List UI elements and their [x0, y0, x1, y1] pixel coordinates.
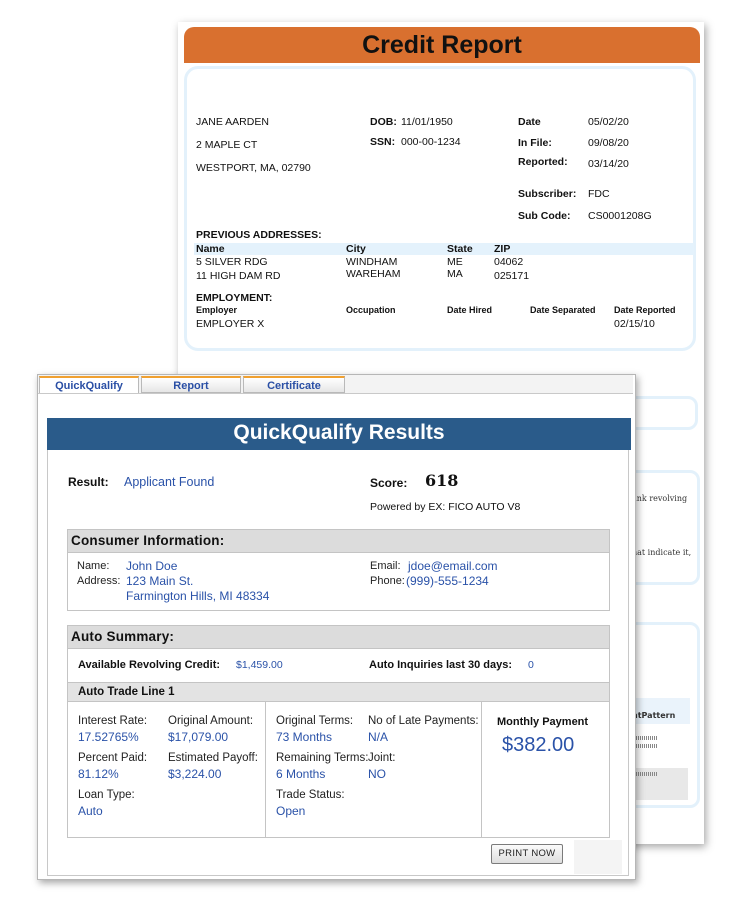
cr-snippet-pattern: ntPattern: [632, 711, 676, 720]
auto-inquiries-label: Auto Inquiries last 30 days:: [369, 659, 513, 671]
cr-prev-row-2-zip: 025171: [494, 270, 530, 282]
consumer-email: jdoe@email.com: [408, 559, 498, 573]
late-payments-label: No of Late Payments:: [368, 715, 479, 727]
consumer-address-line1: 123 Main St.: [126, 574, 194, 588]
auto-inquiries-value: 0: [528, 659, 534, 671]
original-terms-value: 73 Months: [276, 730, 333, 744]
cr-prev-row-2-name: 11 HIGH DAM RD: [196, 270, 281, 282]
consumer-info-header: Consumer Information:: [67, 529, 610, 553]
powered-by: Powered by EX: FICO AUTO V8: [370, 501, 521, 513]
cr-subcode-label: Sub Code:: [518, 210, 571, 222]
credit-report-title: Credit Report: [184, 27, 700, 63]
consumer-name-label: Name:: [77, 560, 110, 572]
interest-rate-label: Interest Rate:: [78, 715, 148, 727]
cr-employment-title: EMPLOYMENT:: [196, 292, 273, 304]
revolving-credit-label: Available Revolving Credit:: [78, 659, 221, 671]
consumer-email-label: Email:: [370, 560, 401, 572]
estimated-payoff-value: $3,224.00: [168, 767, 222, 781]
consumer-address-label: Address:: [77, 575, 121, 587]
cr-col-city: City: [346, 243, 366, 255]
cr-col-occupation: Occupation: [346, 305, 396, 315]
print-area: [574, 840, 622, 874]
cr-prev-row-2-state: MA: [447, 268, 463, 280]
cr-infile-label: In File:: [518, 137, 552, 149]
trade-status-label: Trade Status:: [276, 789, 345, 801]
estimated-payoff-label: Estimated Payoff:: [168, 752, 258, 764]
joint-value: NO: [368, 767, 386, 781]
original-amount-label: Original Amount:: [168, 715, 254, 727]
tab-report[interactable]: Report: [141, 376, 241, 393]
monthly-payment-label: Monthly Payment: [497, 716, 589, 728]
cr-col-state: State: [447, 243, 473, 255]
cr-dob-label: DOB:: [370, 116, 397, 128]
auto-summary-header: Auto Summary:: [67, 625, 610, 649]
joint-label: Joint:: [368, 752, 396, 764]
cr-date-reported-value: 02/15/10: [614, 318, 655, 330]
cr-snippet-revolving: ank revolving: [632, 494, 688, 503]
score-value: 618: [425, 471, 459, 490]
cr-infile: 09/08/20: [588, 137, 629, 149]
results-title: QuickQualify Results: [47, 418, 631, 450]
tab-quickqualify[interactable]: QuickQualify: [39, 376, 139, 393]
percent-paid-label: Percent Paid:: [78, 752, 148, 764]
cr-reported-label: Reported:: [518, 156, 568, 168]
trade-line-header: Auto Trade Line 1: [67, 682, 610, 702]
cr-date: 05/02/20: [588, 116, 629, 128]
result-label: Result:: [68, 475, 109, 489]
cr-prev-row-1-state: ME: [447, 256, 463, 268]
cr-col-date-separated: Date Separated: [530, 305, 596, 315]
cr-employer-value: EMPLOYER X: [196, 318, 265, 330]
cr-col-date-reported: Date Reported: [614, 305, 676, 315]
tab-certificate[interactable]: Certificate: [243, 376, 345, 393]
score-label: Score:: [370, 476, 408, 490]
cr-ssn-label: SSN:: [370, 136, 396, 148]
print-now-button[interactable]: PRINT NOW: [491, 844, 563, 864]
remaining-terms-value: 6 Months: [276, 767, 326, 781]
result-value: Applicant Found: [124, 475, 215, 489]
cr-previous-addresses-title: PREVIOUS ADDRESSES:: [196, 229, 322, 241]
monthly-payment-value: $382.00: [502, 734, 575, 756]
cr-street: 2 MAPLE CT: [196, 139, 258, 151]
consumer-phone: (999)-555-1234: [406, 574, 489, 588]
consumer-name: John Doe: [126, 559, 178, 573]
cr-prev-row-2-city: WAREHAM: [346, 268, 401, 280]
cr-table-header-band: [194, 243, 694, 255]
cr-col-name: Name: [196, 243, 225, 255]
trade-line-divider-2: [481, 702, 482, 837]
loan-type-value: Auto: [78, 804, 103, 818]
cr-city: WESTPORT, MA, 02790: [196, 162, 311, 174]
cr-subscriber-label: Subscriber:: [518, 188, 577, 200]
cr-ssn: 000-00-1234: [401, 136, 461, 148]
cr-date-label: Date: [518, 116, 541, 128]
percent-paid-value: 81.12%: [78, 767, 119, 781]
interest-rate-value: 17.52765%: [78, 730, 139, 744]
original-amount-value: $17,079.00: [168, 730, 229, 744]
cr-prev-row-1-city: WINDHAM: [346, 256, 398, 268]
cr-col-zip: ZIP: [494, 243, 511, 255]
cr-dob: 11/01/1950: [401, 116, 453, 128]
consumer-address-line2: Farmington Hills, MI 48334: [126, 589, 270, 603]
cr-col-date-hired: Date Hired: [447, 305, 493, 315]
cr-consumer-name: JANE AARDEN: [196, 116, 269, 128]
consumer-phone-label: Phone:: [370, 575, 405, 587]
trade-line-divider-1: [265, 702, 266, 837]
remaining-terms-label: Remaining Terms:: [276, 752, 369, 764]
cr-snippet-indicate: hat indicate it,: [632, 548, 692, 557]
trade-status-value: Open: [276, 804, 306, 818]
late-payments-value: N/A: [368, 730, 389, 744]
cr-prev-row-1-zip: 04062: [494, 256, 524, 268]
cr-col-employer: Employer: [196, 305, 238, 315]
original-terms-label: Original Terms:: [276, 715, 354, 727]
cr-subcode: CS0001208G: [588, 210, 652, 222]
cr-reported: 03/14/20: [588, 158, 629, 170]
cr-subscriber: FDC: [588, 188, 610, 200]
revolving-credit-value: $1,459.00: [236, 659, 283, 671]
cr-prev-row-1-name: 5 SILVER RDG: [196, 256, 268, 268]
loan-type-label: Loan Type:: [78, 789, 135, 801]
